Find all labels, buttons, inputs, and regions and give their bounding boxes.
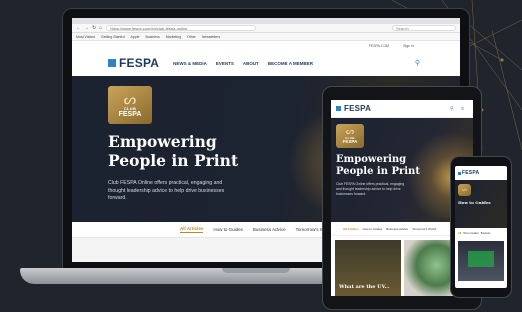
tab-how-to-guides[interactable]: How to Guides	[213, 227, 243, 232]
logo-square-icon	[458, 171, 461, 175]
hero-description: Club FESPA Online offers practical, enga…	[336, 182, 405, 196]
phone-screen: FESPA ᔕ How to Guides All How to Guides …	[455, 166, 507, 288]
bookmark-item[interactable]: Getting Started	[101, 35, 125, 39]
hero-title: Empowering People in Print	[108, 132, 268, 170]
menu-events[interactable]: EVENTS	[216, 61, 234, 66]
tab-tomorrows-world[interactable]: Tomorrow's World	[412, 227, 436, 231]
bookmark-item[interactable]: Most Visited	[76, 35, 95, 39]
logo-square-icon	[108, 59, 116, 67]
bookmark-item[interactable]: Apple	[131, 35, 140, 39]
menu-news-media[interactable]: NEWS & MEDIA	[173, 61, 207, 66]
logo-text: FESPA	[462, 170, 480, 176]
browser-search-input[interactable]: Search	[392, 25, 456, 31]
bookmark-item[interactable]: Newsletters	[202, 35, 220, 39]
browser-url-bar: ← → ↻ ⌂ https://www.fespa.com/en/club-fe…	[72, 24, 460, 33]
badge-ring-icon: ᔕ	[462, 186, 467, 193]
tab-how-to-guides[interactable]: How to Guides	[463, 232, 479, 235]
menu-about[interactable]: ABOUT	[243, 61, 259, 66]
logo-square-icon	[336, 106, 341, 111]
menu-become-member[interactable]: BECOME A MEMBER	[268, 61, 313, 66]
tab-business-advice[interactable]: Business Advice	[253, 227, 286, 232]
article-card-image	[468, 251, 494, 267]
tab-all-articles[interactable]: All Articles	[343, 227, 359, 231]
fespa-logo[interactable]: FESPA	[336, 104, 371, 113]
forward-icon[interactable]: →	[84, 25, 89, 31]
bookmark-item[interactable]: Marketing	[166, 35, 181, 39]
main-menu: NEWS & MEDIA EVENTS ABOUT BECOME A MEMBE…	[173, 61, 313, 66]
article-card-title: What are the UV...	[339, 284, 390, 290]
tab-business-advice[interactable]: Business	[481, 232, 491, 235]
fespa-logo[interactable]: FESPA	[458, 170, 479, 176]
hero-description: Club FESPA Online offers practical, enga…	[108, 180, 225, 201]
reload-icon[interactable]: ↻	[92, 25, 96, 31]
home-icon[interactable]: ⌂	[99, 25, 102, 31]
tab-business-advice[interactable]: Business Advice	[386, 227, 408, 231]
phone-header: FESPA	[455, 166, 507, 180]
search-menu-icons[interactable]: ⚲ ≡	[450, 106, 467, 112]
logo-text: FESPA	[119, 56, 160, 70]
badge-ring-icon: ᔕ	[123, 91, 137, 107]
hero-title: Empowering People in Print	[336, 154, 426, 178]
phone-hero: ᔕ How to Guides	[455, 180, 507, 228]
phone-hero-title: How to Guides	[458, 200, 491, 205]
tablet-header: FESPA ⚲ ≡	[331, 100, 473, 118]
fespa-logo[interactable]: FESPA	[108, 56, 159, 70]
tab-all-articles[interactable]: All	[458, 232, 461, 235]
tab-all-articles[interactable]: All Articles	[180, 226, 204, 233]
back-icon[interactable]: ←	[76, 25, 81, 31]
club-fespa-badge: ᔕ CLUB FESPA	[336, 124, 364, 148]
badge-fespa-text: FESPA	[118, 111, 142, 118]
badge-fespa-text: FESPA	[342, 139, 358, 145]
hero-title-line2: People in Print	[108, 151, 239, 170]
tab-how-to-guides[interactable]: How to Guides	[363, 227, 383, 231]
laptop-notch	[222, 268, 290, 273]
address-field[interactable]: https://www.fespa.com/en/club-fespa-onli…	[106, 25, 257, 31]
club-fespa-badge: ᔕ CLUB FESPA	[108, 86, 152, 124]
hero-title-line1: Empowering	[108, 132, 217, 151]
sign-in-link[interactable]: Sign In	[403, 44, 414, 48]
club-fespa-badge: ᔕ	[458, 184, 471, 196]
utility-bar: FESPA.COM Sign In	[72, 41, 460, 50]
logo-text: FESPA	[344, 104, 372, 113]
hero-title-line1: Empowering	[336, 154, 407, 165]
bookmark-item[interactable]: Other	[187, 35, 196, 39]
bookmark-item[interactable]: Business	[146, 35, 160, 39]
bookmarks-bar: Most Visited Getting Started Apple Busin…	[72, 33, 460, 41]
hero-title-line2: People in Print	[336, 166, 420, 177]
article-card[interactable]	[458, 241, 504, 281]
search-icon[interactable]: ⚲	[415, 59, 420, 67]
phone-article-tabs: All How to Guides Business	[455, 228, 507, 238]
site-header: FESPA NEWS & MEDIA EVENTS ABOUT BECOME A…	[72, 50, 460, 76]
browser-nav-buttons: ← → ↻ ⌂	[76, 25, 102, 31]
fespa-com-link[interactable]: FESPA.COM	[369, 44, 389, 48]
article-card[interactable]: What are the UV...	[335, 240, 401, 296]
badge-ring-icon: ᔕ	[345, 126, 355, 137]
